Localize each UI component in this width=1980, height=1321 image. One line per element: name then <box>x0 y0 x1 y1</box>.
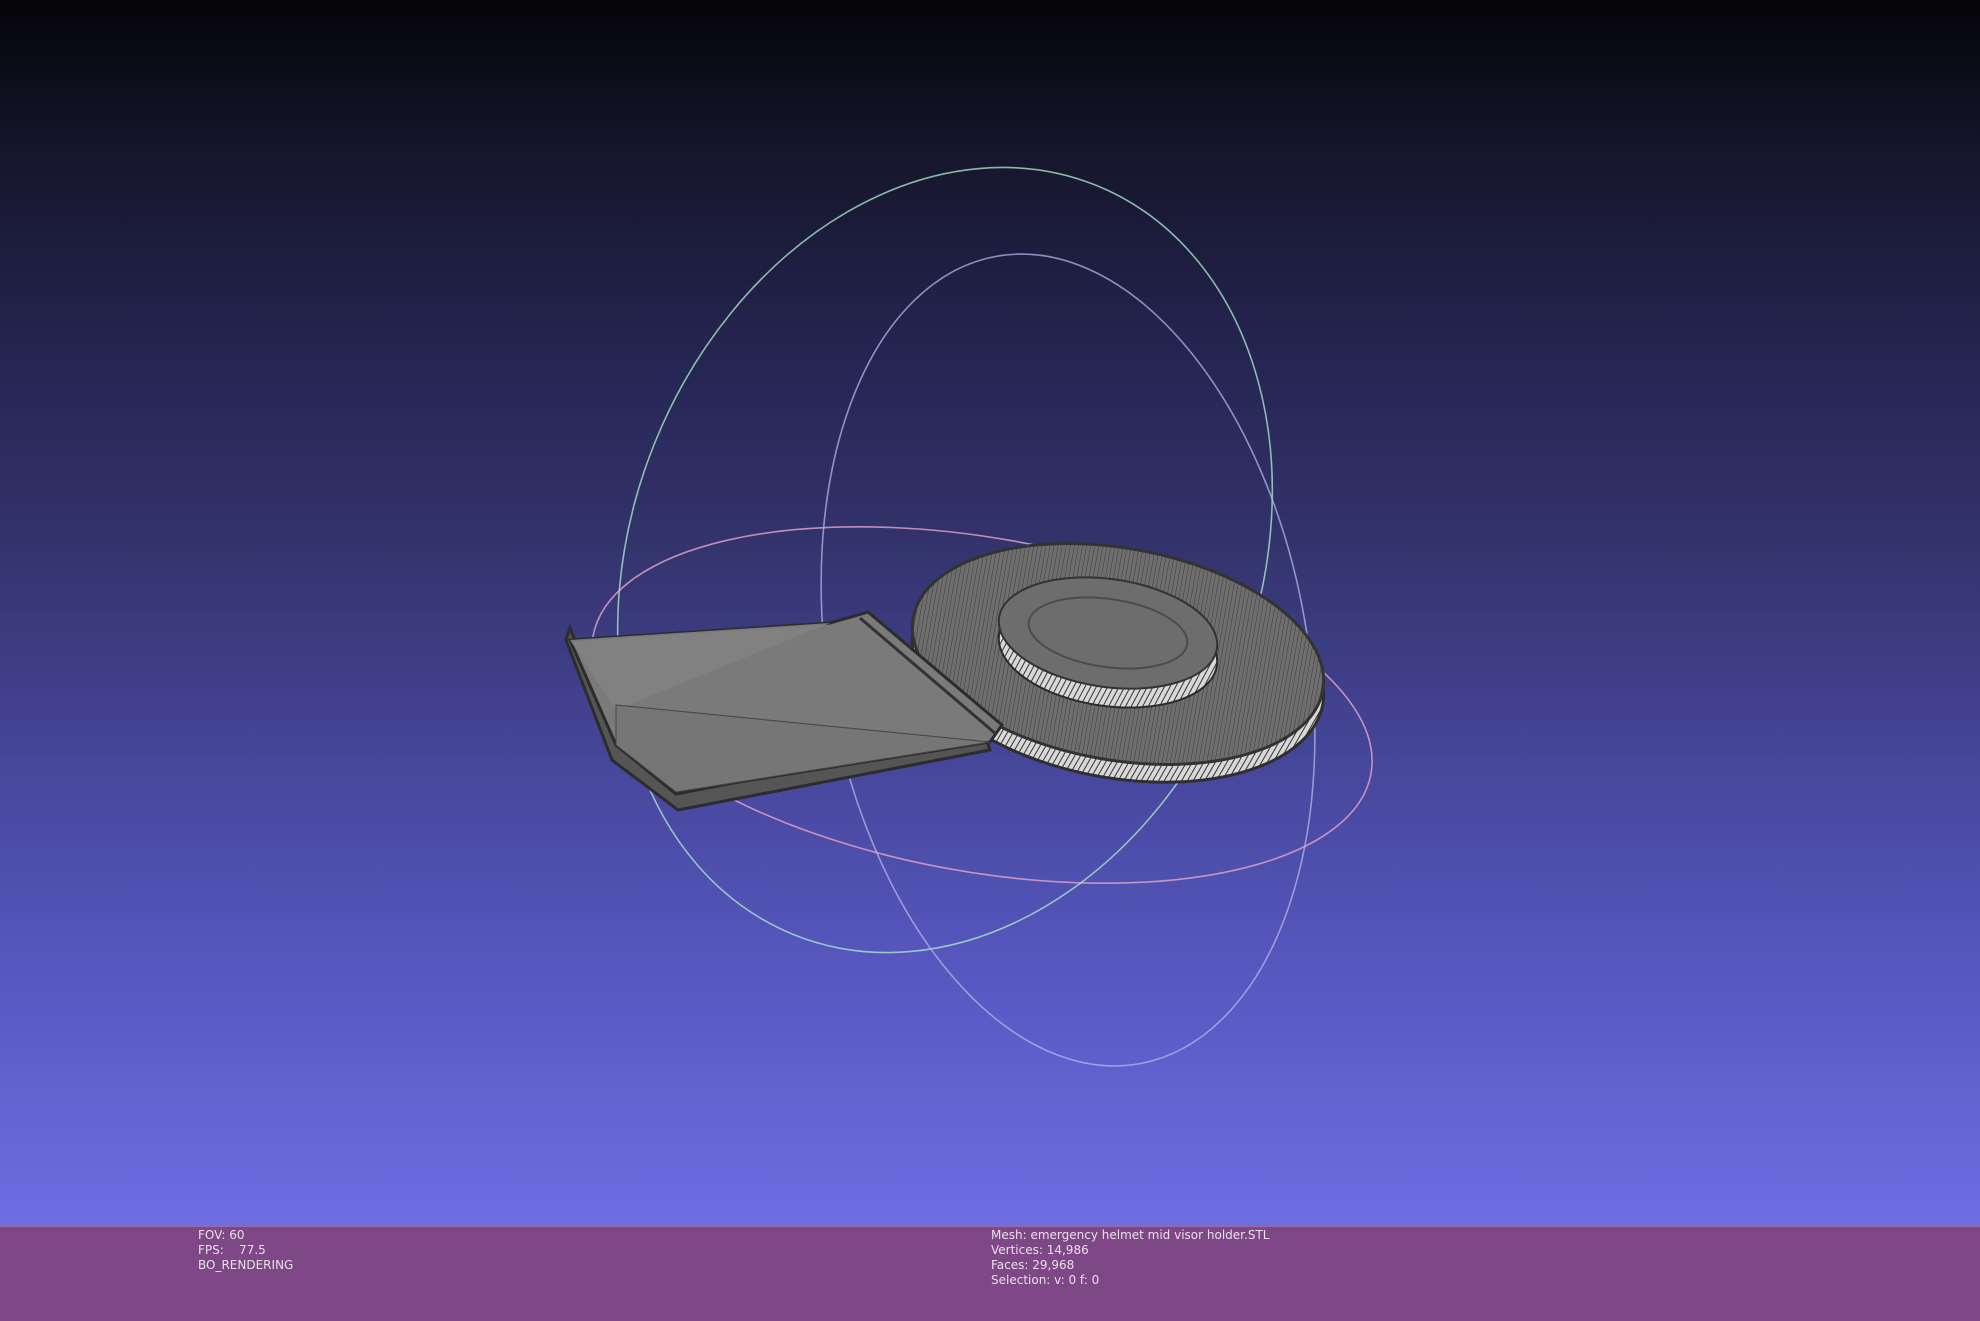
status-bar: FOV: 60 FPS: 77.5 BO_RENDERING Mesh: eme… <box>0 1226 1980 1321</box>
face-count-readout: Faces: 29,968 <box>991 1258 1075 1272</box>
fov-readout: FOV: 60 <box>198 1228 245 1242</box>
render-mode-readout: BO_RENDERING <box>198 1258 294 1272</box>
3d-viewport[interactable] <box>0 0 1980 1226</box>
selection-readout: Selection: v: 0 f: 0 <box>991 1273 1100 1287</box>
mesh-model[interactable] <box>564 513 1342 812</box>
scene-canvas[interactable] <box>0 0 1980 1226</box>
fps-readout: FPS: 77.5 <box>198 1243 266 1257</box>
trackball-ring-vertical-front <box>616 166 1274 954</box>
render-info: FOV: 60 FPS: 77.5 BO_RENDERING <box>198 1228 293 1273</box>
mesh-info: Mesh: emergency helmet mid visor holder.… <box>991 1228 1269 1288</box>
mesh-name-readout: Mesh: emergency helmet mid visor holder.… <box>991 1228 1270 1242</box>
vertex-count-readout: Vertices: 14,986 <box>991 1243 1089 1257</box>
